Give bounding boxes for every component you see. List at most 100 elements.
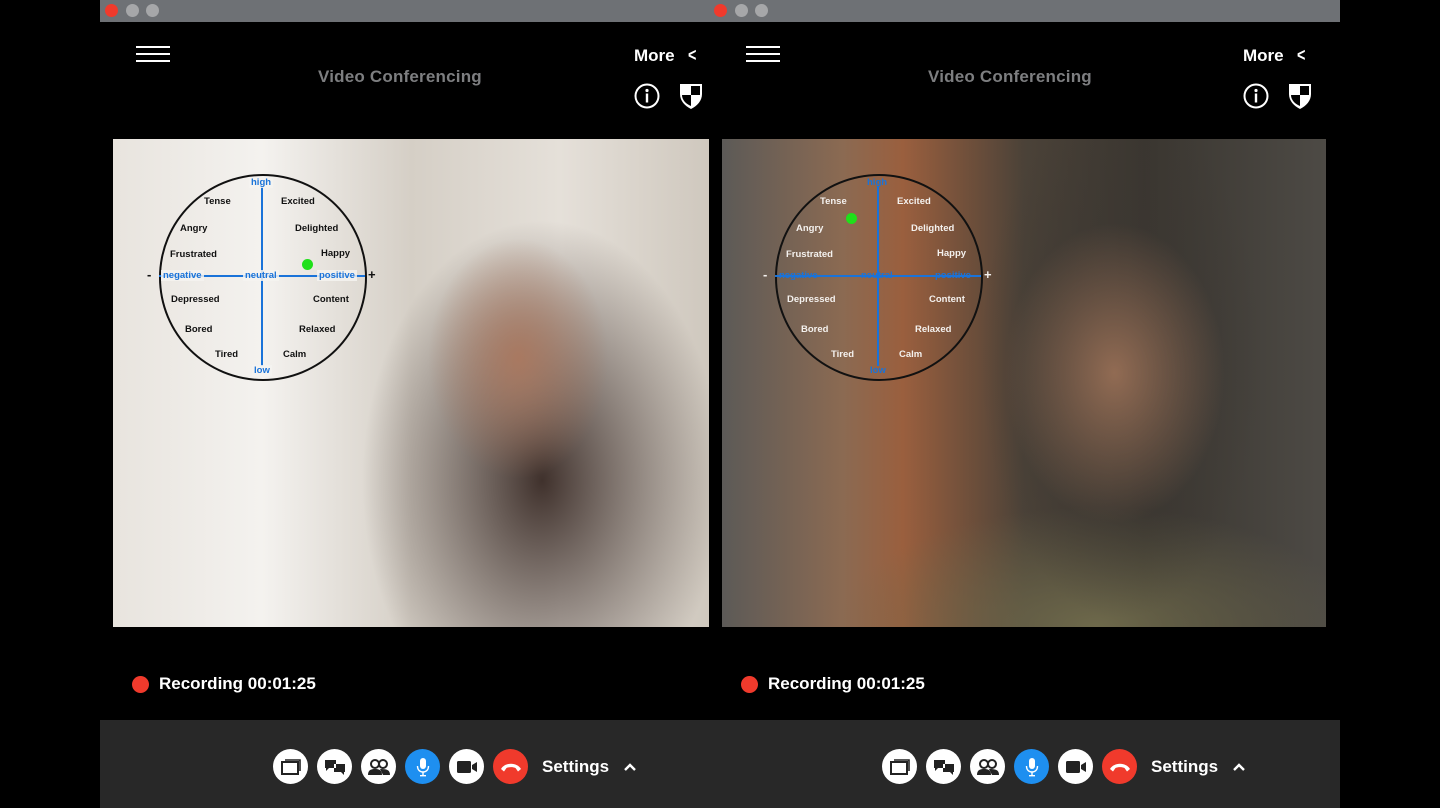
axis-label-high: high [867, 177, 888, 188]
minimize-window-button[interactable] [126, 4, 139, 17]
microphone-button[interactable] [1014, 749, 1049, 784]
info-icon[interactable] [634, 82, 660, 110]
chevron-left-icon: < [687, 45, 697, 65]
video-camera-icon [456, 760, 477, 773]
recording-timer: Recording 00:01:25 [768, 674, 925, 693]
app-title: Video Conferencing [318, 67, 482, 86]
minimize-window-button[interactable] [735, 4, 748, 17]
call-controls: Settings [882, 749, 1246, 784]
recording-status: Recording 00:01:25 [132, 674, 316, 694]
emotion-label-tired: Tired [215, 349, 239, 360]
settings-button[interactable]: Settings [542, 757, 609, 777]
emotion-label-delighted: Delighted [295, 223, 339, 234]
shield-icon[interactable] [678, 82, 704, 110]
emotion-label-relaxed: Relaxed [915, 324, 952, 335]
emotion-label-calm: Calm [283, 349, 307, 360]
axis-label-positive: positive [317, 270, 357, 281]
screen-share-button[interactable] [882, 749, 917, 784]
screen-share-icon [889, 758, 910, 775]
chat-icon [324, 759, 345, 775]
hang-up-icon [1109, 763, 1130, 771]
emotion-label-happy: Happy [937, 248, 967, 259]
minus-sign: - [763, 267, 768, 282]
emotion-label-tired: Tired [831, 349, 855, 360]
recording-dot-icon [741, 675, 758, 693]
emotion-label-angry: Angry [796, 223, 824, 234]
settings-button[interactable]: Settings [1151, 757, 1218, 777]
axis-label-positive: positive [935, 270, 971, 281]
video-window-right: Video Conferencing More < high low negati… [710, 0, 1340, 808]
chat-icon [933, 759, 954, 775]
emotion-label-angry: Angry [180, 223, 208, 234]
emotion-label-depressed: Depressed [787, 294, 836, 305]
microphone-button[interactable] [405, 749, 440, 784]
emotion-marker [845, 212, 857, 224]
microphone-icon [1025, 757, 1038, 776]
camera-button[interactable] [449, 749, 484, 784]
emotion-label-depressed: Depressed [171, 294, 220, 305]
emotion-label-calm: Calm [899, 349, 923, 360]
recording-dot-icon [132, 675, 149, 693]
chevron-left-icon: < [1296, 45, 1306, 65]
window-titlebar [100, 0, 720, 22]
chevron-up-icon[interactable] [1232, 762, 1246, 772]
emotion-wheel: high low negative neutral positive - + T… [147, 174, 376, 381]
participant-video[interactable]: high low negative neutral positive - + T… [113, 139, 709, 627]
emotion-label-excited: Excited [897, 196, 931, 207]
axis-label-high: high [249, 177, 274, 188]
axis-label-low: low [252, 365, 272, 376]
video-window-left: Video Conferencing More < high low negati… [100, 0, 720, 808]
recording-timer: Recording 00:01:25 [159, 674, 316, 693]
window-titlebar [710, 0, 1340, 22]
plus-sign: + [984, 267, 992, 282]
end-call-button[interactable] [493, 749, 528, 784]
axis-label-neutral: neutral [861, 270, 893, 281]
screen-share-icon [280, 758, 301, 775]
emotion-label-bored: Bored [801, 324, 829, 335]
emotion-label-tense: Tense [820, 196, 847, 207]
app-title: Video Conferencing [928, 67, 1092, 86]
emotion-label-frustrated: Frustrated [170, 249, 217, 260]
close-window-button[interactable] [714, 4, 727, 17]
screen-share-button[interactable] [273, 749, 308, 784]
maximize-window-button[interactable] [146, 4, 159, 17]
axis-label-negative: negative [161, 270, 204, 281]
shield-icon[interactable] [1287, 82, 1313, 110]
emotion-label-delighted: Delighted [911, 223, 955, 234]
video-camera-icon [1065, 760, 1086, 773]
hang-up-icon [500, 763, 521, 771]
participants-button[interactable] [970, 749, 1005, 784]
participants-icon [976, 758, 999, 775]
chat-button[interactable] [317, 749, 352, 784]
more-label: More [634, 46, 675, 65]
emotion-label-relaxed: Relaxed [299, 324, 336, 335]
hamburger-menu-icon[interactable] [136, 46, 170, 64]
end-call-button[interactable] [1102, 749, 1137, 784]
emotion-label-frustrated: Frustrated [786, 249, 833, 260]
emotion-label-tense: Tense [204, 196, 231, 207]
more-button[interactable]: More < [634, 45, 697, 66]
camera-button[interactable] [1058, 749, 1093, 784]
info-icon[interactable] [1243, 82, 1269, 110]
emotion-marker [301, 258, 313, 270]
emotion-label-excited: Excited [281, 196, 315, 207]
participants-button[interactable] [361, 749, 396, 784]
hamburger-menu-icon[interactable] [746, 46, 780, 64]
more-label: More [1243, 46, 1284, 65]
axis-label-low: low [870, 365, 886, 376]
recording-status: Recording 00:01:25 [741, 674, 925, 694]
chat-button[interactable] [926, 749, 961, 784]
more-button[interactable]: More < [1243, 45, 1306, 66]
emotion-wheel: high low negative neutral positive - + T… [763, 174, 992, 381]
plus-sign: + [368, 267, 376, 282]
emotion-label-content: Content [929, 294, 965, 305]
emotion-label-content: Content [313, 294, 349, 305]
axis-label-neutral: neutral [243, 270, 279, 281]
emotion-label-happy: Happy [321, 248, 351, 259]
maximize-window-button[interactable] [755, 4, 768, 17]
participants-icon [367, 758, 390, 775]
close-window-button[interactable] [105, 4, 118, 17]
participant-video[interactable]: high low negative neutral positive - + T… [722, 139, 1326, 627]
minus-sign: - [147, 267, 152, 282]
chevron-up-icon[interactable] [623, 762, 637, 772]
